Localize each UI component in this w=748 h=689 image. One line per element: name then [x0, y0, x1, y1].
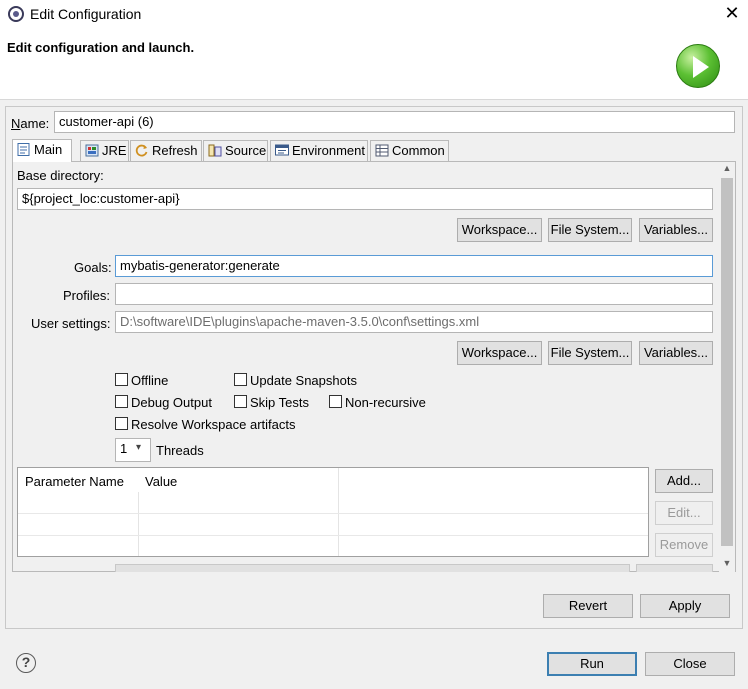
clipped-button: [636, 564, 713, 572]
window-title: Edit Configuration: [30, 6, 142, 22]
run-button-label: Run: [580, 656, 604, 671]
tab-refresh[interactable]: Refresh: [130, 140, 202, 161]
tab-environment[interactable]: Environment: [270, 140, 368, 161]
header-title: Edit configuration and launch.: [7, 40, 195, 55]
file-system-button-1-label: File System...: [550, 222, 630, 237]
name-field[interactable]: customer-api (6): [54, 111, 735, 133]
file-system-button-2-label: File System...: [550, 345, 630, 360]
tab-main[interactable]: Main: [12, 139, 72, 162]
tab-environment-label: Environment: [292, 143, 365, 158]
revert-button-label: Revert: [568, 598, 608, 613]
add-button-label: Add...: [667, 473, 701, 488]
run-launch-icon: [676, 44, 720, 88]
goals-field[interactable]: mybatis-generator:generate: [115, 255, 713, 277]
update-snapshots-label: Update Snapshots: [250, 373, 357, 388]
revert-button[interactable]: Revert: [543, 594, 633, 618]
edit-button-label: Edit...: [667, 505, 701, 520]
base-directory-field[interactable]: ${project_loc:customer-api}: [17, 188, 713, 210]
base-directory-label: Base directory:: [17, 168, 104, 183]
column-header-value: Value: [145, 474, 178, 489]
file-system-button-2[interactable]: File System...: [548, 341, 632, 365]
scroll-up-icon[interactable]: ▲: [719, 163, 735, 173]
app-icon: [8, 6, 24, 22]
tab-refresh-label: Refresh: [152, 143, 198, 158]
jre-icon: [85, 144, 99, 157]
row-divider: [18, 535, 648, 536]
document-icon: [17, 143, 31, 156]
scrollbar-thumb[interactable]: [721, 178, 733, 546]
clipped-field: [115, 564, 630, 572]
resolve-workspace-checkbox[interactable]: [115, 417, 128, 430]
edit-button[interactable]: Edit...: [655, 501, 713, 525]
threads-value: 1: [120, 441, 128, 456]
source-icon: [208, 144, 222, 157]
offline-label: Offline: [131, 373, 169, 388]
add-button[interactable]: Add...: [655, 469, 713, 493]
user-settings-label: User settings:: [31, 316, 111, 331]
workspace-button-2-label: Workspace...: [461, 345, 538, 360]
file-system-button-1[interactable]: File System...: [548, 218, 632, 242]
variables-button-2[interactable]: Variables...: [639, 341, 713, 365]
common-icon: [375, 144, 389, 157]
tab-common-label: Common: [392, 143, 445, 158]
non-recursive-label: Non-recursive: [345, 395, 426, 410]
non-recursive-checkbox[interactable]: [329, 395, 342, 408]
column-divider: [338, 468, 339, 556]
workspace-button-1[interactable]: Workspace...: [457, 218, 542, 242]
skip-tests-label: Skip Tests: [250, 395, 310, 410]
threads-label: Threads: [156, 443, 204, 458]
title-bar: Edit Configuration ✕: [0, 0, 748, 30]
resolve-workspace-label: Resolve Workspace artifacts: [131, 417, 296, 432]
debug-output-label: Debug Output: [131, 395, 212, 410]
tab-source-label: Source: [225, 143, 267, 158]
close-button-label: Close: [673, 656, 707, 671]
column-header-parameter-name: Parameter Name: [25, 474, 124, 489]
close-icon[interactable]: ✕: [720, 2, 744, 26]
apply-button-label: Apply: [668, 598, 702, 613]
run-button[interactable]: Run: [547, 652, 637, 676]
tab-common[interactable]: Common: [370, 140, 449, 161]
help-icon[interactable]: ?: [16, 653, 36, 673]
remove-button-label: Remove: [659, 537, 709, 552]
tab-jre-label: JRE: [102, 143, 127, 158]
chevron-down-icon: ▾: [136, 442, 142, 453]
parameter-table[interactable]: Parameter Name Value: [17, 467, 649, 557]
tab-source[interactable]: Source: [203, 140, 268, 161]
scroll-down-icon[interactable]: ▼: [719, 558, 735, 568]
variables-button-2-label: Variables...: [643, 345, 709, 360]
tab-jre[interactable]: JRE: [80, 140, 129, 161]
column-divider: [138, 492, 139, 556]
row-divider: [18, 513, 648, 514]
refresh-icon: [135, 144, 149, 157]
update-snapshots-checkbox[interactable]: [234, 373, 247, 386]
goals-label: Goals:: [74, 260, 112, 275]
variables-button-1[interactable]: Variables...: [639, 218, 713, 242]
offline-checkbox[interactable]: [115, 373, 128, 386]
debug-output-checkbox[interactable]: [115, 395, 128, 408]
close-button[interactable]: Close: [645, 652, 735, 676]
variables-button-1-label: Variables...: [643, 222, 709, 237]
environment-icon: [275, 144, 289, 157]
name-label: Name:: [11, 116, 50, 131]
skip-tests-checkbox[interactable]: [234, 395, 247, 408]
workspace-button-1-label: Workspace...: [461, 222, 538, 237]
tab-main-label: Main: [34, 142, 63, 157]
remove-button[interactable]: Remove: [655, 533, 713, 557]
profiles-field[interactable]: [115, 283, 713, 305]
apply-button[interactable]: Apply: [640, 594, 730, 618]
threads-select[interactable]: 1 ▾: [115, 438, 151, 462]
user-settings-field[interactable]: D:\software\IDE\plugins\apache-maven-3.5…: [115, 311, 713, 333]
workspace-button-2[interactable]: Workspace...: [457, 341, 542, 365]
dialog-header: Edit configuration and launch.: [0, 30, 748, 100]
profiles-label: Profiles:: [63, 288, 110, 303]
